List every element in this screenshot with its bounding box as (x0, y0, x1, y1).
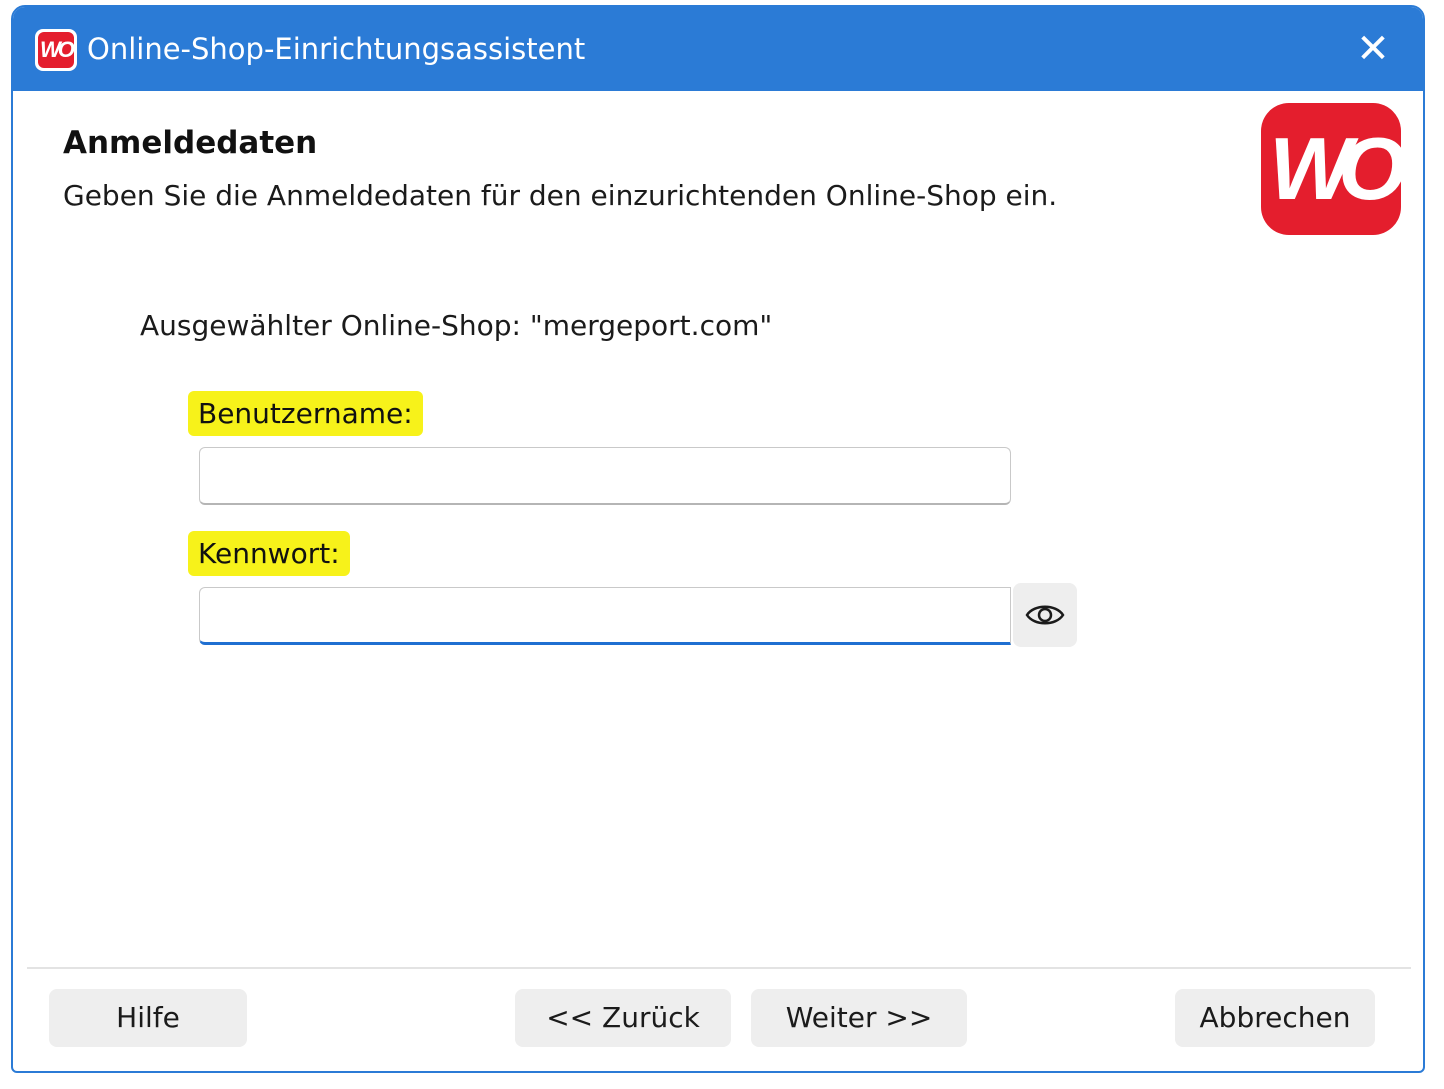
eye-icon (1025, 605, 1065, 625)
window-title: Online-Shop-Einrichtungsassistent (87, 32, 586, 66)
selected-shop-text: Ausgewählter Online-Shop: "mergeport.com… (140, 309, 773, 342)
cancel-button[interactable]: Abbrechen (1175, 989, 1375, 1047)
page-title: Anmeldedaten (63, 125, 318, 161)
password-label: Kennwort: (188, 531, 350, 576)
brand-logo-text: WO (1269, 119, 1401, 218)
app-logo-text: WO (38, 32, 75, 68)
brand-logo-icon: WO (1261, 103, 1401, 235)
back-button[interactable]: << Zurück (515, 989, 731, 1047)
title-bar: WO Online-Shop-Einrichtungsassistent ✕ (13, 7, 1423, 91)
app-logo-icon: WO (35, 29, 77, 71)
help-button[interactable]: Hilfe (49, 989, 247, 1047)
footer-divider (27, 967, 1411, 969)
page-description: Geben Sie die Anmeldedaten für den einzu… (63, 179, 1058, 212)
password-input[interactable] (199, 587, 1011, 645)
username-input[interactable] (199, 447, 1011, 505)
close-icon[interactable]: ✕ (1345, 21, 1401, 77)
username-label: Benutzername: (188, 391, 423, 436)
wizard-window: WO Online-Shop-Einrichtungsassistent ✕ A… (11, 5, 1425, 1073)
show-password-button[interactable] (1013, 583, 1077, 647)
next-button[interactable]: Weiter >> (751, 989, 967, 1047)
